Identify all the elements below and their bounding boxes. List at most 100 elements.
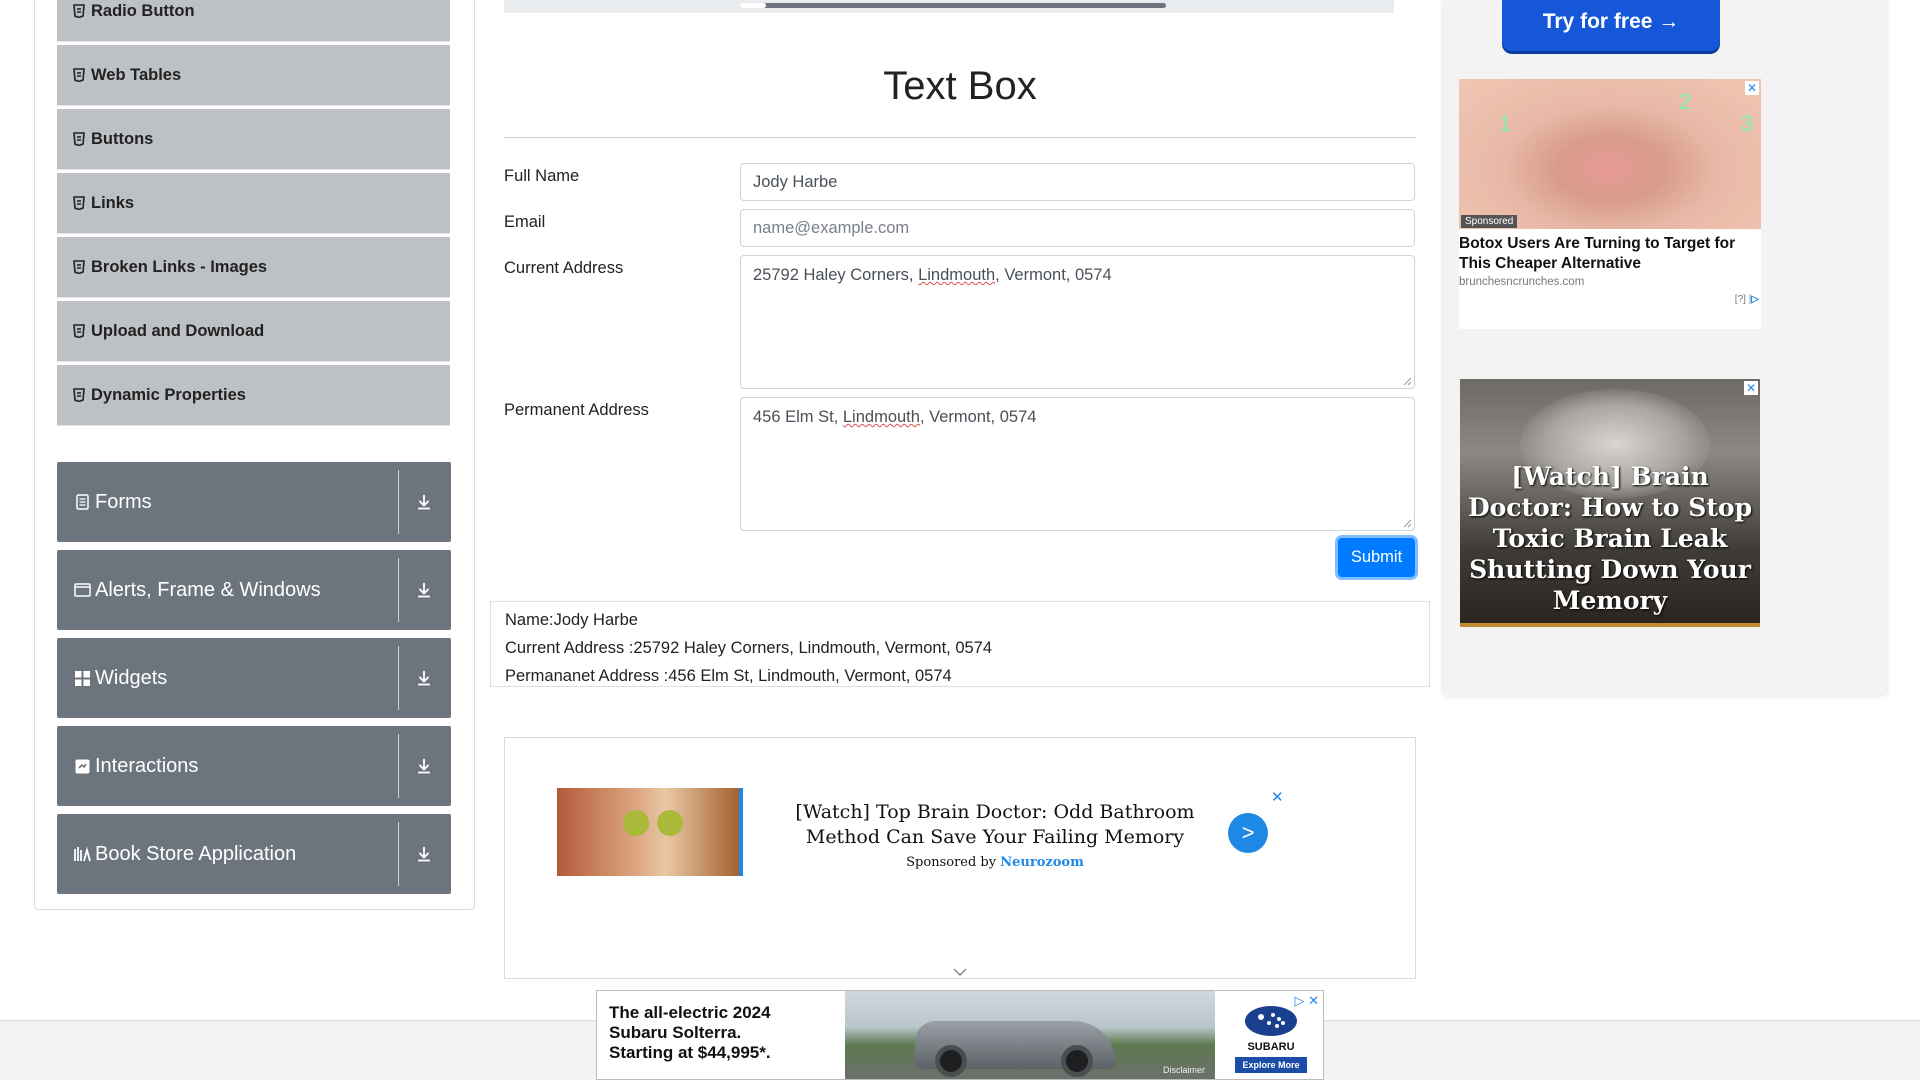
element-icon xyxy=(73,388,85,402)
divider xyxy=(398,558,399,622)
scroll-thumb[interactable] xyxy=(740,3,766,8)
wheel xyxy=(935,1045,967,1077)
sidebar-item-web-tables[interactable]: Web Tables xyxy=(57,45,450,106)
group-label: Alerts, Frame & Windows xyxy=(95,578,321,601)
download-icon[interactable] xyxy=(415,669,433,687)
window-icon xyxy=(74,582,91,599)
email-label: Email xyxy=(504,213,546,231)
sponsored-badge: Sponsored xyxy=(1461,215,1518,228)
ad-botox[interactable]: 1 2 3 ✕ Sponsored Botox Users Are Turnin… xyxy=(1459,79,1761,329)
ad-go-button[interactable]: > xyxy=(1228,813,1268,853)
group-label: Interactions xyxy=(95,754,199,777)
sidebar-item-label: Upload and Download xyxy=(91,321,265,340)
sidebar-group-forms[interactable]: Forms xyxy=(57,462,451,542)
interactions-icon xyxy=(74,758,91,775)
sidebar-group-widgets[interactable]: Widgets xyxy=(57,638,451,718)
sidebar-item-label: Dynamic Properties xyxy=(91,385,246,404)
element-icon xyxy=(73,132,85,146)
divider xyxy=(398,470,399,534)
element-icon xyxy=(73,324,85,338)
car-image xyxy=(915,1021,1115,1077)
ad-image[interactable]: 1 2 3 ✕ Sponsored xyxy=(1459,79,1761,229)
chevron-down-icon[interactable] xyxy=(953,968,967,976)
current-address-label: Current Address xyxy=(504,259,624,277)
ad-image-detail xyxy=(623,810,649,836)
divider xyxy=(398,822,399,886)
email-input[interactable]: name@example.com xyxy=(740,209,1415,247)
permanent-address-label: Permanent Address xyxy=(504,401,649,419)
left-panel: Radio Button Web Tables Buttons Links Br… xyxy=(34,0,475,910)
adchoices-icon[interactable]: [?] |▷ xyxy=(1735,294,1759,305)
output-permanent-address: Permananet Address :456 Elm St, Lindmout… xyxy=(505,667,952,685)
output-box: Name:Jody Harbe Current Address :25792 H… xyxy=(490,601,1430,687)
download-icon[interactable] xyxy=(415,581,433,599)
sidebar-group-alerts[interactable]: Alerts, Frame & Windows xyxy=(57,550,451,630)
output-current-address: Current Address :25792 Haley Corners, Li… xyxy=(505,639,993,657)
scroll-track[interactable] xyxy=(740,3,1166,8)
widgets-icon xyxy=(74,670,91,687)
ad-close-icon[interactable]: ✕ xyxy=(1271,788,1284,806)
sidebar-item-upload-download[interactable]: Upload and Download xyxy=(57,301,450,362)
ad-headline[interactable]: [Watch] Top Brain Doctor: Odd Bathroom M… xyxy=(765,800,1225,850)
group-label: Forms xyxy=(95,490,152,513)
ad-brand: SUBARU xyxy=(1247,1041,1295,1053)
sidebar-item-label: Web Tables xyxy=(91,65,182,84)
divider xyxy=(398,734,399,798)
sidebar-item-label: Buttons xyxy=(91,129,154,148)
ad-close-icon[interactable]: ✕ xyxy=(1745,81,1759,95)
wheel xyxy=(1061,1045,1093,1077)
ad-image-detail xyxy=(657,810,683,836)
group-label: Book Store Application xyxy=(95,842,297,865)
download-icon[interactable] xyxy=(415,493,433,511)
sidebar-item-links[interactable]: Links xyxy=(57,173,450,234)
divider xyxy=(504,137,1416,138)
sidebar-item-radio-button[interactable]: Radio Button xyxy=(57,0,450,42)
ad-disclaimer[interactable]: Disclaimer xyxy=(1163,1065,1205,1075)
full-name-label: Full Name xyxy=(504,167,580,185)
current-address-text: 25792 Haley Corners, Lindmouth, Vermont,… xyxy=(753,266,1112,284)
permanent-address-textarea[interactable]: 456 Elm St, Lindmouth, Vermont, 0574 xyxy=(740,397,1415,531)
sidebar-item-dynamic-properties[interactable]: Dynamic Properties xyxy=(57,365,450,426)
element-icon xyxy=(73,68,85,82)
ad-banner-mid[interactable]: [Watch] Top Brain Doctor: Odd Bathroom M… xyxy=(504,737,1416,979)
submit-button[interactable]: Submit xyxy=(1338,538,1415,577)
top-ad-scrollbar[interactable] xyxy=(504,0,1394,13)
current-address-textarea[interactable]: 25792 Haley Corners, Lindmouth, Vermont,… xyxy=(740,255,1415,389)
ad-subaru[interactable]: The all-electric 2024 Subaru Solterra. S… xyxy=(596,990,1324,1080)
sidebar-item-label: Links xyxy=(91,193,135,212)
ad-source: brunchesncrunches.com xyxy=(1459,276,1585,288)
sidebar-group-interactions[interactable]: Interactions xyxy=(57,726,451,806)
sidebar-item-buttons[interactable]: Buttons xyxy=(57,109,450,170)
ad-sponsor: Sponsored by Neurozoom xyxy=(906,855,1084,870)
ad-headline[interactable]: The all-electric 2024 Subaru Solterra. S… xyxy=(609,1003,799,1063)
form-icon xyxy=(74,494,91,511)
sidebar-item-label: Broken Links - Images xyxy=(91,257,268,276)
email-placeholder: name@example.com xyxy=(753,219,910,237)
ad-image[interactable] xyxy=(557,788,743,876)
ad-image[interactable] xyxy=(845,991,1215,1079)
ad-close-icon[interactable]: ▷ ✕ xyxy=(1294,993,1319,1009)
full-name-input[interactable]: Jody Harbe xyxy=(740,163,1415,201)
sidebar-item-broken-links[interactable]: Broken Links - Images xyxy=(57,237,450,298)
output-name: Name:Jody Harbe xyxy=(505,611,638,629)
ad-headline[interactable]: [Watch] Brain Doctor: How to Stop Toxic … xyxy=(1460,461,1760,616)
resize-grip-icon[interactable] xyxy=(1403,377,1412,386)
element-icon xyxy=(73,4,85,18)
resize-grip-icon[interactable] xyxy=(1403,519,1412,528)
element-icon xyxy=(73,196,85,210)
divider xyxy=(398,646,399,710)
download-icon[interactable] xyxy=(415,845,433,863)
ad-brain[interactable]: [Watch] Brain Doctor: How to Stop Toxic … xyxy=(1460,379,1760,627)
bookstore-icon xyxy=(74,846,91,863)
element-icon xyxy=(73,260,85,274)
page-title: Text Box xyxy=(883,64,1037,108)
sidebar-item-label: Radio Button xyxy=(91,1,195,20)
group-label: Widgets xyxy=(95,666,168,689)
explore-more-button[interactable]: Explore More xyxy=(1235,1057,1307,1073)
try-for-free-button[interactable]: Try for free → xyxy=(1502,0,1720,51)
permanent-address-text: 456 Elm St, Lindmouth, Vermont, 0574 xyxy=(753,408,1037,426)
ad-close-icon[interactable]: ✕ xyxy=(1744,381,1758,395)
download-icon[interactable] xyxy=(415,757,433,775)
ad-headline[interactable]: Botox Users Are Turning to Target for Th… xyxy=(1459,234,1761,274)
sidebar-group-book-store[interactable]: Book Store Application xyxy=(57,814,451,894)
